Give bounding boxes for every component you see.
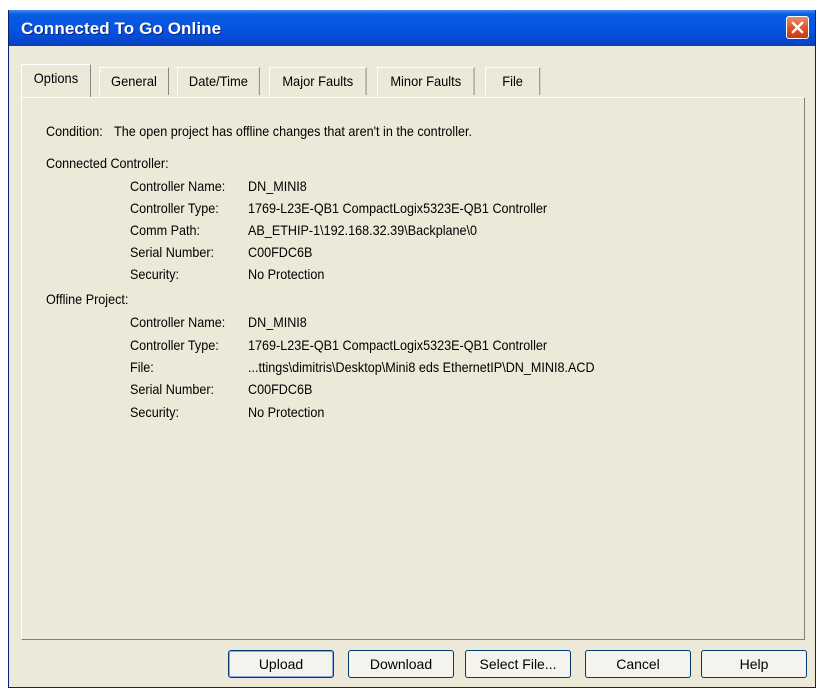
connected-comm-path-label: Comm Path:	[130, 222, 201, 238]
close-icon	[791, 21, 804, 34]
help-button[interactable]: Help	[701, 650, 807, 678]
tab-label: General	[111, 73, 157, 89]
title-bar[interactable]: Connected To Go Online	[9, 10, 815, 46]
button-row: Upload Download Select File... Cancel He…	[9, 650, 815, 680]
connected-comm-path-value: AB_ETHIP-1\192.168.32.39\Backplane\0	[248, 222, 478, 238]
offline-file-value: ...ttings\dimitris\Desktop\Mini8 eds Eth…	[248, 359, 595, 375]
tab-minor-faults[interactable]: Minor Faults	[377, 67, 475, 95]
options-panel: Condition: The open project has offline …	[21, 97, 805, 640]
tab-date-time[interactable]: Date/Time	[177, 67, 260, 95]
condition-text: The open project has offline changes tha…	[114, 123, 473, 139]
connected-controller-heading: Connected Controller:	[46, 155, 169, 171]
connected-security-label: Security:	[130, 266, 180, 282]
offline-file-label: File:	[130, 359, 154, 375]
offline-project-heading: Offline Project:	[46, 291, 129, 307]
condition-label: Condition:	[46, 123, 103, 139]
offline-serial-number-label: Serial Number:	[130, 381, 215, 397]
tab-major-faults[interactable]: Major Faults	[269, 67, 367, 95]
tab-label: Minor Faults	[390, 73, 462, 89]
connected-serial-number-value: C00FDC6B	[248, 244, 313, 260]
download-button[interactable]: Download	[348, 650, 454, 678]
connected-controller-name-value: DN_MINI8	[248, 178, 307, 194]
offline-security-label: Security:	[130, 404, 180, 420]
close-button[interactable]	[786, 16, 809, 39]
tab-label: Options	[33, 70, 79, 86]
tab-label: Date/Time	[188, 73, 248, 89]
dialog-window: Connected To Go Online Options General D…	[8, 10, 816, 688]
tab-options[interactable]: Options	[21, 64, 91, 97]
select-file-button[interactable]: Select File...	[465, 650, 571, 678]
connected-controller-type-label: Controller Type:	[130, 200, 219, 216]
tab-general[interactable]: General	[99, 67, 169, 95]
tab-label: Major Faults	[282, 73, 354, 89]
offline-security-value: No Protection	[248, 404, 325, 420]
offline-controller-name-value: DN_MINI8	[248, 314, 307, 330]
upload-button[interactable]: Upload	[228, 650, 334, 678]
connected-security-value: No Protection	[248, 266, 325, 282]
cancel-button[interactable]: Cancel	[585, 650, 691, 678]
connected-controller-type-value: 1769-L23E-QB1 CompactLogix5323E-QB1 Cont…	[248, 200, 548, 216]
connected-serial-number-label: Serial Number:	[130, 244, 215, 260]
window-title: Connected To Go Online	[21, 19, 222, 38]
offline-serial-number-value: C00FDC6B	[248, 381, 313, 397]
connected-controller-name-label: Controller Name:	[130, 178, 226, 194]
offline-controller-name-label: Controller Name:	[130, 314, 226, 330]
offline-controller-type-label: Controller Type:	[130, 337, 219, 353]
tab-label: File	[502, 73, 523, 89]
offline-controller-type-value: 1769-L23E-QB1 CompactLogix5323E-QB1 Cont…	[248, 337, 548, 353]
tab-file[interactable]: File	[485, 67, 541, 95]
